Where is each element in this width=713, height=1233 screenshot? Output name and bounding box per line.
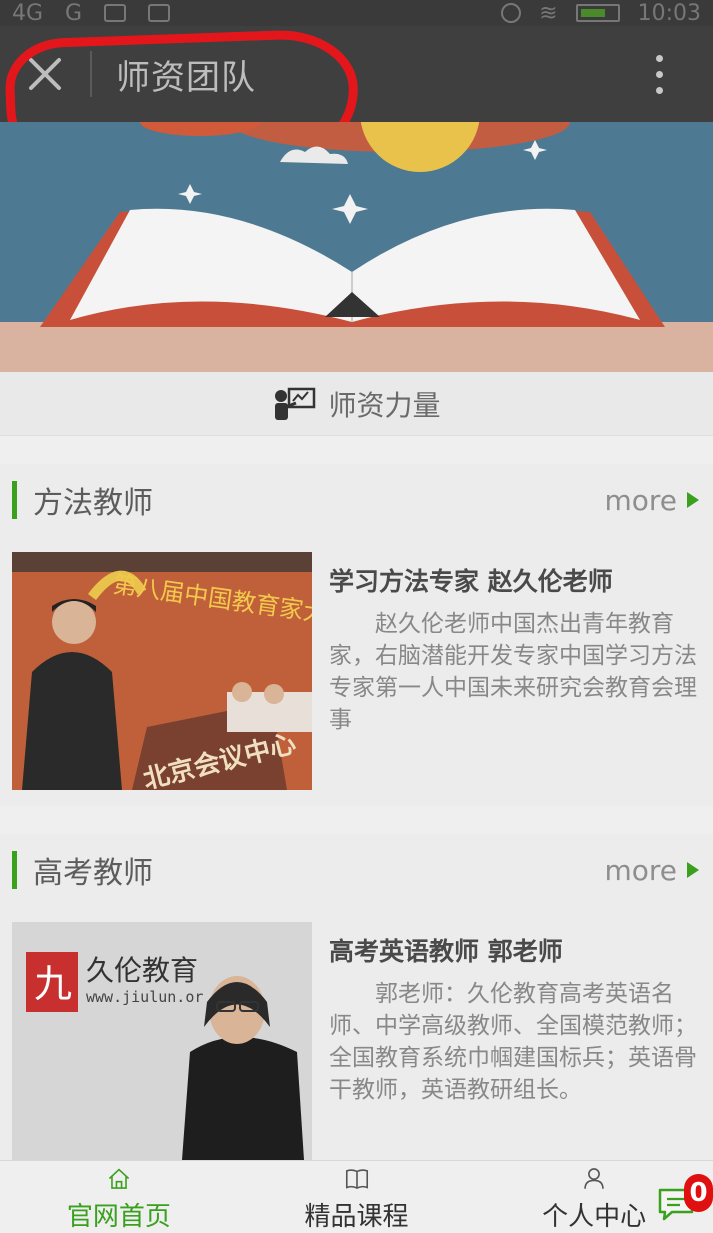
close-button[interactable]	[0, 26, 90, 122]
category-title: 方法教师	[33, 486, 153, 521]
tab-label: 官网首页	[66, 1202, 171, 1232]
more-link[interactable]: more	[604, 484, 699, 517]
title-divider	[90, 51, 92, 97]
section-title: 师资力量	[328, 388, 441, 422]
title-bar: 师资团队	[0, 26, 713, 122]
arrow-right-icon	[687, 862, 699, 878]
more-link[interactable]: more	[604, 854, 699, 887]
more-menu-button[interactable]	[629, 26, 689, 122]
battery-icon	[575, 4, 620, 22]
wifi-icon: ≋	[539, 0, 558, 26]
tab-label: 个人中心	[542, 1202, 647, 1232]
notification-icon	[104, 4, 127, 22]
tab-home[interactable]: 官网首页	[0, 1161, 238, 1233]
teacher-photo[interactable]: 第八届中国教育家大会 北京会议中心	[12, 552, 312, 790]
bottom-tab-bar: 官网首页 精品课程 个人中心	[0, 1160, 713, 1233]
network-2-indicator: G	[65, 0, 83, 26]
more-label: more	[604, 483, 677, 517]
teacher-photo[interactable]: 九 久伦教育 www.jiulun.or	[12, 922, 312, 1160]
notification-badge: 0	[684, 1174, 713, 1212]
close-icon	[29, 58, 61, 90]
category-header: 方法教师 more	[0, 464, 713, 536]
banner-image	[0, 122, 713, 372]
svg-text:九: 九	[34, 962, 72, 1006]
more-vertical-icon-dot	[655, 86, 663, 94]
teacher-description: 赵久伦老师中国杰出青年教育家，右脑潜能开发专家中国学习方法专家第一人中国未来研究…	[329, 611, 697, 733]
status-bar: 4G G ≋ 10:03	[0, 0, 713, 26]
image-icon	[148, 4, 171, 22]
teacher-board-icon	[275, 387, 316, 420]
book-icon	[345, 1169, 368, 1189]
category-method-teachers: 方法教师 more 第八届中国教育家大会 北京会议中心 学习方法专家 赵久伦老师…	[0, 464, 713, 806]
category-header: 高考教师 more	[0, 834, 713, 906]
page-title: 师资团队	[116, 57, 256, 98]
more-label: more	[604, 853, 677, 887]
teacher-info: 学习方法专家 赵久伦老师 赵久伦老师中国杰出青年教育家，右脑潜能开发专家中国学习…	[329, 552, 701, 790]
photo-logo-text: 久伦教育	[86, 954, 198, 987]
photo-url-text: www.jiulun.or	[86, 988, 203, 1006]
user-icon	[584, 1168, 604, 1189]
status-time: 10:03	[637, 0, 701, 26]
category-accent-bar	[12, 481, 17, 519]
teacher-info: 高考英语教师 郭老师 郭老师：久伦教育高考英语名师、中学高级教师、全国模范教师；…	[329, 922, 701, 1160]
section-header: 师资力量	[0, 372, 713, 436]
teacher-card[interactable]: 九 久伦教育 www.jiulun.or 高考英语教师 郭老师 郭老师：久伦教育…	[0, 922, 713, 1160]
category-gaokao-teachers: 高考教师 more 九 久伦教育 www.jiulun.or 高考英语教师 郭老	[0, 834, 713, 1160]
tab-label: 精品课程	[304, 1202, 409, 1232]
home-icon	[108, 1168, 129, 1189]
more-vertical-icon-dot	[655, 54, 663, 62]
network-1-indicator: 4G	[12, 0, 44, 26]
teacher-description: 郭老师：久伦教育高考英语名师、中学高级教师、全国模范教师；全国教育系统巾帼建国标…	[329, 981, 697, 1103]
more-vertical-icon-dot	[655, 70, 663, 78]
teacher-name: 学习方法专家 赵久伦老师	[329, 567, 613, 596]
category-accent-bar	[12, 851, 17, 889]
arrow-right-icon	[687, 492, 699, 508]
teacher-card[interactable]: 第八届中国教育家大会 北京会议中心 学习方法专家 赵久伦老师 赵久伦老师中国杰出…	[0, 552, 713, 790]
alarm-icon	[501, 3, 522, 23]
category-title: 高考教师	[33, 856, 153, 891]
tab-courses[interactable]: 精品课程	[238, 1161, 476, 1233]
teacher-name: 高考英语教师 郭老师	[329, 937, 563, 966]
